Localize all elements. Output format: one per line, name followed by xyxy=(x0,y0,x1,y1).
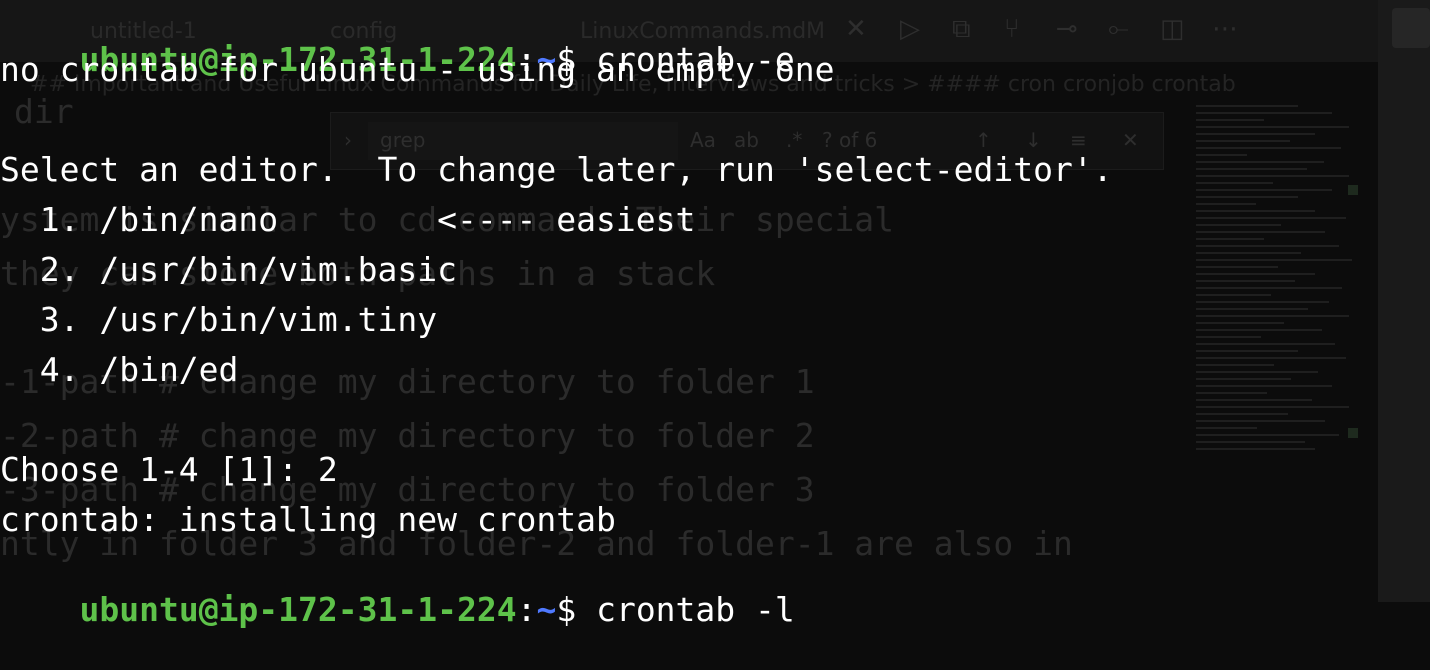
prompt-user-host: ubuntu@ip-172-31-1-224 xyxy=(79,590,517,629)
terminal-output-line: crontab: installing new crontab xyxy=(0,500,616,539)
terminal-output-line: no crontab for ubuntu - using an empty o… xyxy=(0,50,835,89)
editor-option: 2. /usr/bin/vim.basic xyxy=(0,250,457,289)
prompt-symbol: $ xyxy=(556,590,597,629)
terminal-prompt-line: ubuntu@ip-172-31-1-224:~$ crontab -e xyxy=(0,0,794,79)
command-text: crontab -l xyxy=(596,590,795,629)
editor-option: 3. /usr/bin/vim.tiny xyxy=(0,300,438,339)
editor-option: 1. /bin/nano <---- easiest xyxy=(0,200,696,239)
terminal-window[interactable]: ubuntu@ip-172-31-1-224:~$ crontab -e no … xyxy=(0,0,1430,629)
prompt-separator: : xyxy=(516,590,537,629)
terminal-output-line: Select an editor. To change later, run '… xyxy=(0,150,1113,189)
terminal-prompt-line: ubuntu@ip-172-31-1-224:~$ crontab -l xyxy=(0,550,794,629)
prompt-path: ~ xyxy=(536,590,557,629)
terminal-output-line: Choose 1-4 [1]: 2 xyxy=(0,450,338,489)
editor-option: 4. /bin/ed xyxy=(0,350,239,389)
